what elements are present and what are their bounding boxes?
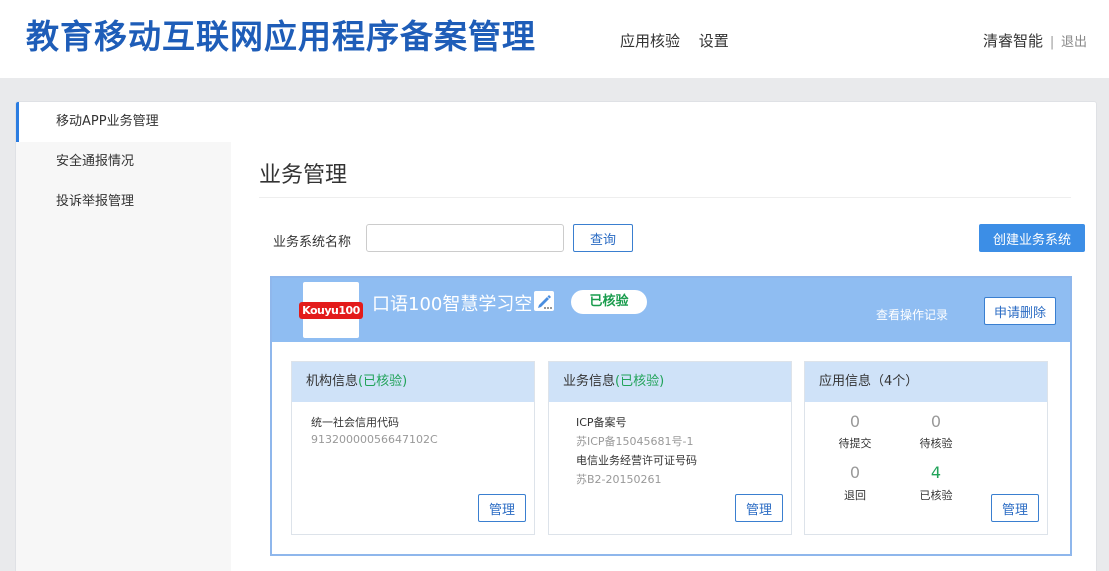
- search-input[interactable]: [366, 224, 564, 252]
- user-separator: |: [1049, 35, 1055, 50]
- biz-info-header: 业务信息(已核验): [549, 362, 791, 402]
- stat-returned-count: 0: [849, 463, 861, 482]
- license-value: 苏B2-20150261: [576, 473, 662, 486]
- nav-settings[interactable]: 设置: [699, 32, 729, 50]
- app-info-header: 应用信息（4个）: [805, 362, 1047, 402]
- logout-link[interactable]: 退出: [1061, 35, 1087, 50]
- sidebar-item-security-report[interactable]: 安全通报情况: [16, 142, 231, 182]
- biz-info-status: (已核验): [615, 374, 665, 389]
- create-system-button[interactable]: 创建业务系统: [979, 224, 1085, 252]
- title-divider: [259, 197, 1071, 198]
- brand-title: 教育移动互联网应用程序备案管理: [26, 17, 536, 56]
- biz-manage-button[interactable]: 管理: [735, 494, 783, 522]
- org-info-title: 机构信息: [306, 374, 359, 389]
- app-info-title: 应用信息（4个）: [819, 374, 919, 389]
- biz-info-title: 业务信息: [563, 374, 616, 389]
- credit-code-label: 统一社会信用代码: [311, 416, 399, 429]
- page-title: 业务管理: [259, 163, 348, 188]
- stat-returned-label: 退回: [844, 489, 866, 502]
- top-header: 教育移动互联网应用程序备案管理 应用核验 设置 清睿智能 | 退出: [0, 0, 1109, 78]
- stat-pending-submit-label: 待提交: [838, 437, 872, 450]
- user-area: 清睿智能 | 退出: [983, 30, 1087, 51]
- top-nav: 应用核验 设置: [620, 30, 743, 51]
- credit-code-value: 91320000056647102C: [311, 433, 438, 446]
- search-label: 业务系统名称: [273, 235, 352, 250]
- app-logo-text: Kouyu100: [299, 301, 363, 319]
- org-info-status: (已核验): [358, 374, 408, 389]
- stat-pending-verify-label: 待核验: [919, 437, 953, 450]
- org-info-header: 机构信息(已核验): [292, 362, 534, 402]
- user-name: 清睿智能: [983, 32, 1044, 50]
- org-manage-button[interactable]: 管理: [478, 494, 526, 522]
- app-logo: Kouyu100: [299, 282, 363, 338]
- app-status-badge: 已核验: [571, 290, 647, 314]
- operation-log-link[interactable]: 查看操作记录: [876, 306, 948, 323]
- icp-value: 苏ICP备15045681号-1: [576, 435, 694, 448]
- app-card: Kouyu100 口语100智慧学习空 已核验 查看操作记录 申请删除 机构信息…: [270, 276, 1072, 556]
- request-delete-button[interactable]: 申请删除: [984, 297, 1056, 325]
- stat-verified-label: 已核验: [919, 489, 953, 502]
- nav-app-verify[interactable]: 应用核验: [620, 32, 680, 50]
- license-label: 电信业务经营许可证号码: [576, 454, 697, 467]
- stat-pending-verify-count: 0: [930, 412, 942, 431]
- biz-info-box: 业务信息(已核验) ICP备案号 苏ICP备15045681号-1 电信业务经营…: [548, 361, 792, 535]
- app-manage-button[interactable]: 管理: [991, 494, 1039, 522]
- sidebar-item-app-business[interactable]: 移动APP业务管理: [16, 102, 231, 142]
- app-name: 口语100智慧学习空: [372, 294, 533, 315]
- stat-pending-submit-count: 0: [849, 412, 861, 431]
- sidebar-item-complaints[interactable]: 投诉举报管理: [16, 182, 231, 222]
- main-panel: 移动APP业务管理 安全通报情况 投诉举报管理 业务管理 业务系统名称 查询 创…: [15, 101, 1097, 571]
- sidebar: 移动APP业务管理 安全通报情况 投诉举报管理: [16, 102, 231, 571]
- app-info-box: 应用信息（4个） 0 待提交 0 待核验 0 退回 4 已核验 管理: [804, 361, 1048, 535]
- org-info-box: 机构信息(已核验) 统一社会信用代码 91320000056647102C 管理: [291, 361, 535, 535]
- app-card-header: Kouyu100 口语100智慧学习空 已核验 查看操作记录 申请删除: [272, 278, 1070, 342]
- stat-verified-count: 4: [930, 463, 942, 482]
- icp-label: ICP备案号: [576, 416, 627, 429]
- edit-icon[interactable]: [534, 291, 554, 311]
- query-button[interactable]: 查询: [573, 224, 633, 252]
